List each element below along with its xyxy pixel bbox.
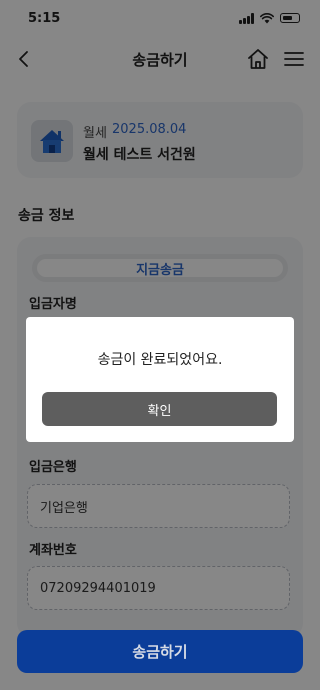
confirm-button[interactable]: 확인 (42, 392, 277, 426)
completion-dialog: 송금이 완료되었어요. 확인 (26, 317, 294, 442)
dialog-message: 송금이 완료되었어요. (97, 352, 223, 368)
submit-transfer-button: 송금하기 (17, 630, 303, 673)
